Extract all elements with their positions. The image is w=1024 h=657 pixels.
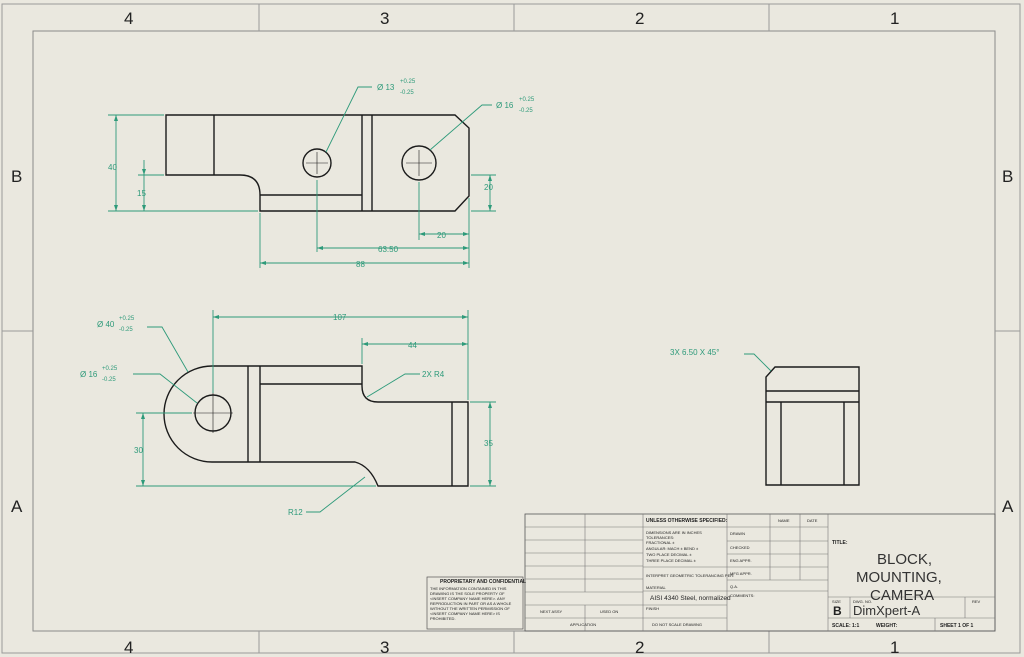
tb-tol-line-6: THREE PLACE DECIMAL ± — [646, 558, 697, 563]
top-dim-hole-small-tol-plus: +0.25 — [400, 79, 416, 85]
zone-col-bottom-1: 4 — [124, 638, 133, 657]
zone-col-top-2: 3 — [380, 9, 389, 28]
tb-dwg-no: DimXpert-A — [853, 603, 921, 618]
tb-title-line-3: CAMERA — [870, 587, 934, 604]
front-dim-bore: Ø 16 — [80, 370, 98, 379]
top-dim-hole-spacing: 63.50 — [378, 245, 399, 254]
tb-sheet: SHEET 1 OF 1 — [940, 623, 974, 629]
tb-name-col: NAME — [778, 518, 790, 523]
tb-interpret: INTERPRET GEOMETRIC TOLERANCING PER: — [646, 573, 734, 578]
front-dim-slot-length: 44 — [408, 341, 417, 350]
tb-scale: SCALE: 1:1 — [832, 623, 859, 629]
tb-row-comments: COMMENTS: — [730, 593, 754, 598]
front-dim-bottom-radius: R12 — [288, 508, 303, 517]
zone-col-bottom-3: 2 — [635, 638, 644, 657]
top-dim-length-overall: 88 — [356, 260, 365, 269]
tb-row-mfg: MFG APPR. — [730, 571, 752, 576]
front-dim-length-overall: 107 — [333, 313, 347, 322]
zone-col-top-4: 1 — [890, 9, 899, 28]
tb-row-drawn: DRAWN — [730, 531, 745, 536]
tb-tol-header: UNLESS OTHERWISE SPECIFIED: — [646, 518, 728, 524]
top-dim-chamfer-offset: 20 — [437, 231, 446, 240]
front-dim-boss-tol-plus: +0.25 — [119, 316, 135, 322]
tb-application: APPLICATION — [570, 622, 596, 627]
front-dim-height-left: 30 — [134, 446, 143, 455]
front-dim-boss-tol-minus: -0.25 — [119, 327, 133, 333]
tb-weight: WEIGHT: — [876, 623, 897, 629]
tb-title-label: TITLE: — [832, 540, 848, 546]
front-dim-height-right: 35 — [484, 439, 493, 448]
zone-col-bottom-4: 1 — [890, 638, 899, 657]
front-dim-fillet: 2X R4 — [422, 370, 445, 379]
drawing-sheet: 4 3 2 1 4 3 2 1 B A B A Ø 13 +0.25 -0.25… — [0, 0, 1024, 657]
zone-row-left-a: A — [11, 497, 23, 516]
top-dim-hole-large-tol-plus: +0.25 — [519, 97, 535, 103]
zone-row-right-a: A — [1002, 497, 1014, 516]
tb-next-assy: NEXT ASSY — [540, 609, 562, 614]
paper-background — [0, 0, 1024, 657]
tb-material-label: MATERIAL — [646, 585, 666, 590]
tb-date-col: DATE — [807, 518, 818, 523]
tb-tol-line-4: ANGULAR: MACH ± BEND ± — [646, 546, 699, 551]
zone-row-left-b: B — [11, 167, 22, 186]
top-dim-height-right: 20 — [484, 183, 493, 192]
tb-do-not-scale: DO NOT SCALE DRAWING — [652, 622, 702, 627]
tb-size: B — [833, 604, 842, 618]
tb-material: AISI 4340 Steel, normalized — [650, 595, 731, 602]
front-dim-bore-tol-minus: -0.25 — [102, 377, 116, 383]
tb-tol-line-5: TWO PLACE DECIMAL ± — [646, 552, 692, 557]
zone-col-top-3: 2 — [635, 9, 644, 28]
proprietary-line-7: PROHIBITED. — [430, 616, 456, 621]
tb-title-line-1: BLOCK, — [877, 551, 932, 568]
top-dim-hole-small-tol-minus: -0.25 — [400, 90, 414, 96]
tb-finish-label: FINISH — [646, 606, 659, 611]
tb-row-eng: ENG APPR. — [730, 558, 752, 563]
tb-title-line-2: MOUNTING, — [856, 569, 942, 586]
side-dim-chamfer: 3X 6.50 X 45° — [670, 348, 719, 357]
zone-col-bottom-2: 3 — [380, 638, 389, 657]
tb-used-on: USED ON — [600, 609, 618, 614]
zone-row-right-b: B — [1002, 167, 1013, 186]
zone-col-top-1: 4 — [124, 9, 133, 28]
tb-row-checked: CHECKED — [730, 545, 750, 550]
tb-rev-label: REV — [972, 599, 981, 604]
front-dim-bore-tol-plus: +0.25 — [102, 366, 118, 372]
top-dim-hole-small: Ø 13 — [377, 83, 395, 92]
top-dim-hole-large-tol-minus: -0.25 — [519, 108, 533, 114]
top-dim-height-step: 15 — [137, 189, 146, 198]
proprietary-title: PROPRIETARY AND CONFIDENTIAL — [440, 579, 526, 585]
top-dim-height-overall: 40 — [108, 163, 117, 172]
front-dim-boss: Ø 40 — [97, 320, 115, 329]
top-dim-hole-large: Ø 16 — [496, 101, 514, 110]
tb-tol-line-3: FRACTIONAL ± — [646, 540, 675, 545]
tb-row-qa: Q.A. — [730, 584, 738, 589]
